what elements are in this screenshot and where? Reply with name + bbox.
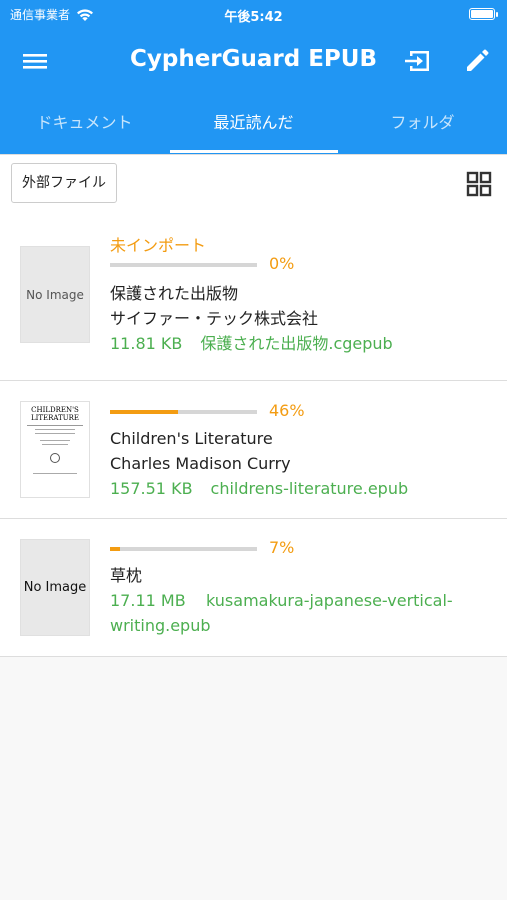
cover-divider (33, 473, 77, 474)
progress-row: 0% (110, 254, 393, 278)
list-item[interactable]: No Image 未インポート 0% 保護された出版物 サイファー・テック株式会… (0, 210, 507, 381)
cover-divider (42, 444, 68, 445)
toolbar: CypherGuard EPUB (0, 36, 507, 86)
list-item[interactable]: CHILDREN'S LITERATURE 46% Children's Lit… (0, 381, 507, 519)
item-info: 7% 草枕 17.11 MB kusamakura-japanese-verti… (110, 538, 490, 638)
cover-divider (35, 433, 75, 434)
document-title: 保護された出版物 (110, 284, 239, 303)
tab-bar: ドキュメント 最近読んだ フォルダ (0, 100, 507, 154)
cover-seal (50, 453, 60, 463)
external-files-button[interactable]: 外部ファイル (11, 163, 117, 203)
thumbnail-placeholder: No Image (20, 246, 90, 343)
file-size: 17.11 MB (110, 591, 186, 610)
cover-divider (27, 425, 83, 426)
book-cover-image: CHILDREN'S LITERATURE (20, 401, 90, 498)
tab-folders[interactable]: フォルダ (338, 100, 507, 154)
progress-percent: 7% (269, 538, 295, 557)
active-tab-indicator (170, 150, 338, 153)
grid-view-icon[interactable] (466, 171, 492, 197)
battery-icon (469, 8, 498, 20)
item-info: 46% Children's Literature Charles Madiso… (110, 401, 408, 501)
progress-bar (110, 263, 257, 267)
clock: 午後5:42 (224, 10, 283, 25)
import-icon[interactable] (402, 46, 434, 76)
file-size: 157.51 KB (110, 479, 193, 498)
file-name: childrens-literature.epub (210, 479, 409, 498)
progress-row: 7% (110, 538, 490, 562)
progress-bar (110, 547, 257, 551)
import-status: 未インポート (110, 236, 207, 255)
app-bar: 通信事業者 午後5:42 CypherGuard EPUB ドキュメント 最近読 (0, 0, 507, 154)
tab-recently-read[interactable]: 最近読んだ (169, 100, 338, 154)
cover-title: CHILDREN'S LITERATURE (30, 406, 80, 422)
progress-percent: 0% (269, 254, 295, 273)
tab-documents[interactable]: ドキュメント (0, 100, 169, 154)
document-meta: 17.11 MB kusamakura-japanese-vertical-wr… (110, 588, 490, 638)
document-meta: 157.51 KB childrens-literature.epub (110, 476, 408, 501)
item-info: 未インポート 0% 保護された出版物 サイファー・テック株式会社 11.81 K… (110, 232, 393, 356)
document-author: Charles Madison Curry (110, 454, 291, 473)
file-size: 11.81 KB (110, 334, 183, 353)
filter-bar: 外部ファイル (0, 154, 507, 210)
cover-divider (35, 429, 75, 430)
document-author: サイファー・テック株式会社 (110, 309, 319, 328)
file-name: 保護された出版物.cgepub (200, 334, 393, 353)
document-title: 草枕 (110, 566, 143, 585)
progress-percent: 46% (269, 401, 305, 420)
progress-fill (110, 547, 121, 551)
document-list: No Image 未インポート 0% 保護された出版物 サイファー・テック株式会… (0, 210, 507, 657)
progress-fill (110, 410, 178, 414)
cover-divider (40, 440, 70, 441)
document-meta: 11.81 KB 保護された出版物.cgepub (110, 331, 393, 356)
pencil-icon[interactable] (462, 46, 492, 76)
progress-row: 46% (110, 401, 408, 425)
thumbnail-placeholder: No Image (20, 539, 90, 636)
document-title: Children's Literature (110, 429, 273, 448)
status-bar: 通信事業者 午後5:42 (0, 0, 507, 28)
list-item[interactable]: No Image 7% 草枕 17.11 MB kusamakura-japan… (0, 519, 507, 657)
progress-bar (110, 410, 257, 414)
